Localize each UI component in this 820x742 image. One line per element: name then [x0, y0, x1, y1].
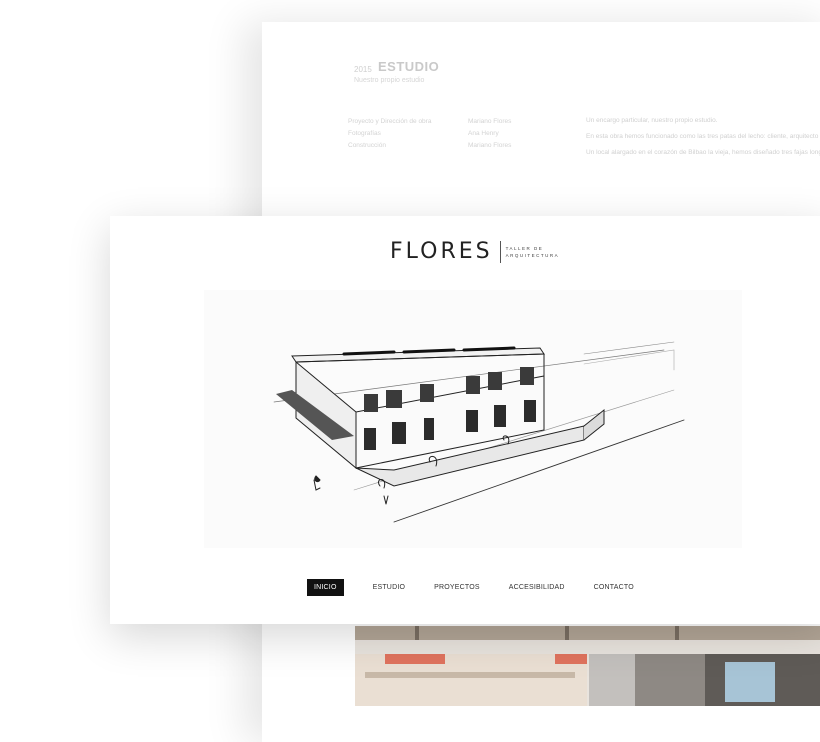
nav-item-contacto[interactable]: CONTACTO: [594, 584, 634, 591]
tagline-line: TALLER DE: [505, 245, 544, 251]
main-navigation: INICIO ESTUDIO PROYECTOS ACCESIBILIDAD C…: [307, 579, 663, 596]
credit-row: Construcción Mariano Flores: [348, 140, 578, 152]
project-photos: [355, 626, 820, 706]
credit-key: Proyecto y Dirección de obra: [348, 118, 432, 125]
credit-row: Fotografías Ana Henry: [348, 128, 578, 140]
credit-row: Proyecto y Dirección de obra Mariano Flo…: [348, 116, 578, 128]
page-subtitle: Nuestro propio estudio: [354, 77, 425, 84]
section-tag: 2015: [354, 65, 372, 74]
credit-value: Mariano Flores: [468, 142, 512, 149]
homepage-preview: FLORES TALLER DE ARQUITECTURA INICIO EST…: [110, 216, 820, 624]
credit-value: Mariano Flores: [468, 118, 512, 125]
credit-key: Fotografías: [348, 130, 381, 137]
brand-name: FLORES: [390, 239, 493, 264]
project-credits: Proyecto y Dirección de obra Mariano Flo…: [348, 116, 578, 152]
nav-item-estudio[interactable]: ESTUDIO: [373, 584, 406, 591]
page-title: ESTUDIO: [378, 59, 440, 74]
description-paragraph: En esta obra hemos funcionado como las t…: [586, 133, 820, 140]
brand-logo[interactable]: FLORES TALLER DE ARQUITECTURA: [390, 239, 559, 264]
tagline-line: ARQUITECTURA: [505, 252, 560, 258]
project-description: Un encargo particular, nuestro propio es…: [586, 116, 820, 164]
nav-item-inicio[interactable]: INICIO: [307, 579, 344, 596]
credit-key: Construcción: [348, 142, 386, 149]
description-paragraph: Un encargo particular, nuestro propio es…: [586, 117, 718, 124]
credit-value: Ana Henry: [468, 130, 499, 137]
hero-sketch-image: [204, 290, 742, 548]
nav-item-accesibilidad[interactable]: ACCESIBILIDAD: [509, 584, 565, 591]
logo-divider: [499, 240, 501, 263]
building-sketch-illustration: [273, 341, 685, 523]
nav-item-proyectos[interactable]: PROYECTOS: [434, 584, 480, 591]
brand-tagline: TALLER DE ARQUITECTURA: [506, 245, 560, 259]
description-paragraph: Un local alargado en el corazón de Bilba…: [586, 149, 820, 156]
